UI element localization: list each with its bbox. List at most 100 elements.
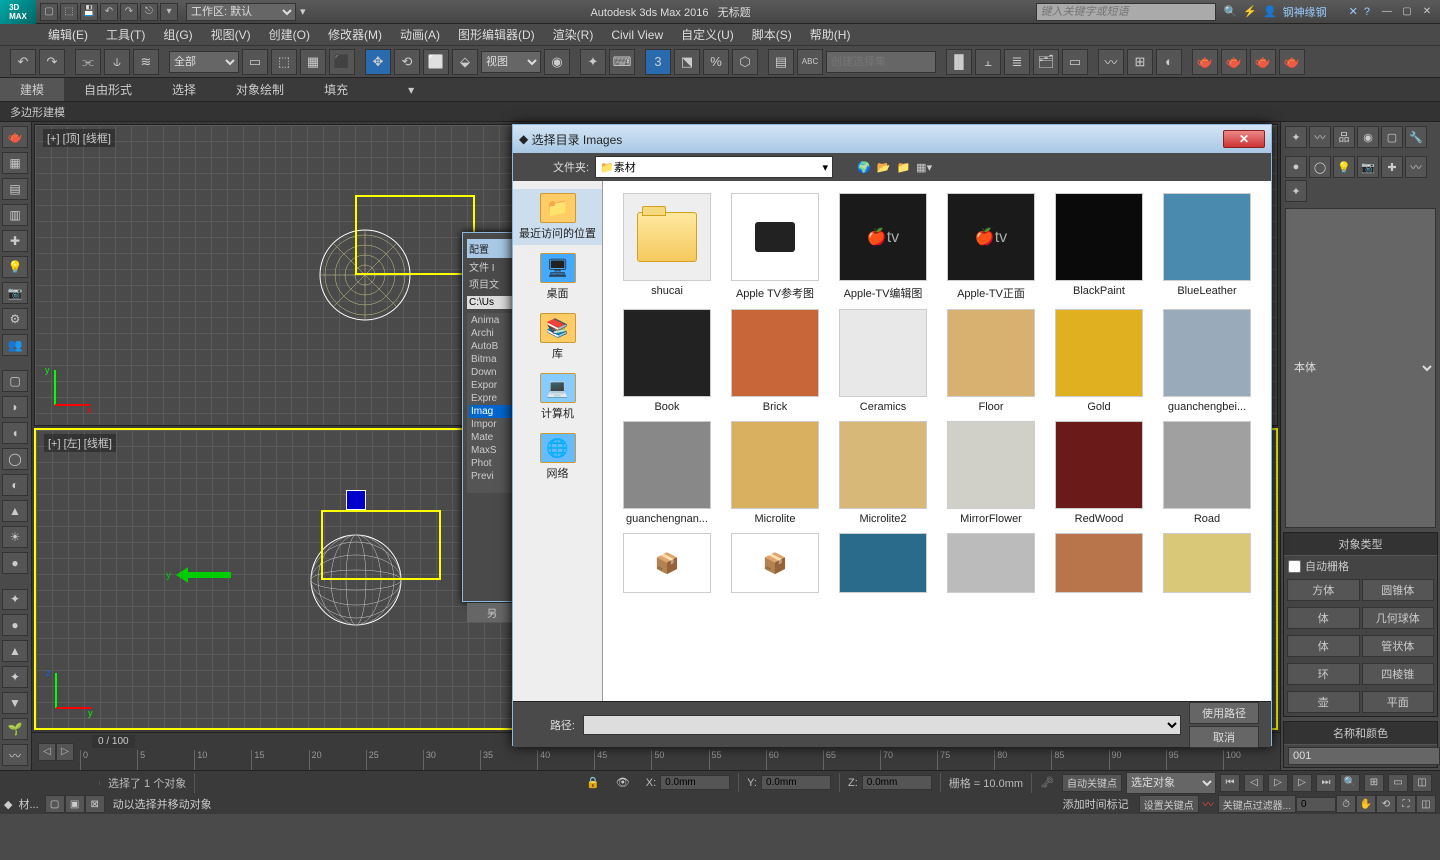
file-grid[interactable]: shucaiApple TV参考图🍎tvApple-TV编辑图🍎tvApple-… [603, 181, 1271, 701]
menu-工具(T)[interactable]: 工具(T) [98, 24, 153, 45]
refcoord-dropdown[interactable]: 视图 [481, 51, 541, 73]
file-item[interactable]: Gold [1047, 309, 1151, 413]
ribbon-tab[interactable]: 对象绘制 [216, 78, 304, 101]
cp-camera-icon[interactable]: 📷 [1357, 156, 1379, 178]
place-computer[interactable]: 💻计算机 [513, 369, 602, 425]
object-type-button[interactable]: 四棱锥 [1362, 663, 1435, 685]
file-item[interactable]: Book [615, 309, 719, 413]
cp-shape-icon[interactable]: ◯ [1309, 156, 1331, 178]
nav-zoomall-icon[interactable]: ⊞ [1364, 774, 1384, 792]
file-item[interactable]: Road [1155, 421, 1259, 525]
search-box[interactable] [1036, 3, 1216, 21]
named-sel-icon[interactable]: ▤ [768, 49, 794, 75]
left-tool-icon[interactable]: 📷 [2, 282, 28, 304]
abc-icon[interactable]: ABC [797, 49, 823, 75]
qat-more-icon[interactable]: ▾ [160, 3, 178, 21]
render-icon[interactable]: 🫖 [1250, 49, 1276, 75]
curve-editor-icon[interactable]: 〰 [1098, 49, 1124, 75]
align-icon[interactable]: ⫠ [975, 49, 1001, 75]
goto-start-icon[interactable]: ⏮ [1220, 774, 1240, 792]
schematic-icon[interactable]: ⊞ [1127, 49, 1153, 75]
object-type-button[interactable]: 管状体 [1362, 635, 1435, 657]
key-icon[interactable]: 🗝 [1032, 776, 1062, 789]
selection-filter[interactable]: 全部 [169, 51, 239, 73]
ribbon-tab[interactable]: 选择 [152, 78, 216, 101]
object-type-button[interactable]: 壶 [1287, 691, 1360, 713]
object-type-button[interactable]: 圆锥体 [1362, 579, 1435, 601]
cp-space-icon[interactable]: 〰 [1405, 156, 1427, 178]
up-icon[interactable]: 📂 [877, 161, 891, 174]
list-item[interactable]: Archi [469, 327, 515, 340]
list-item[interactable]: Expre [469, 392, 515, 405]
nav-region-icon[interactable]: ▭ [1388, 774, 1408, 792]
bind-icon[interactable]: ≋ [133, 49, 159, 75]
next-frame-icon[interactable]: ▷ [1292, 774, 1312, 792]
left-tool-icon[interactable]: ◯ [2, 448, 28, 470]
object-type-button[interactable]: 方体 [1287, 579, 1360, 601]
dialog-titlebar[interactable]: ◆ 选择目录 Images ✕ [513, 125, 1271, 153]
list-item[interactable]: Imag [469, 405, 515, 418]
left-tool-icon[interactable]: 🌱 [2, 718, 28, 740]
ribbon-toggle-icon[interactable]: ▭ [1062, 49, 1088, 75]
menu-创建(O)[interactable]: 创建(O) [261, 24, 318, 45]
left-tool-icon[interactable]: ▼ [2, 692, 28, 714]
cp-modify-icon[interactable]: 〰 [1309, 126, 1331, 148]
keyfilter-button[interactable]: 关键点过滤器... [1218, 795, 1296, 813]
timeline-right-icon[interactable]: ▷ [56, 743, 74, 761]
file-item[interactable]: BlueLeather [1155, 193, 1259, 301]
cp-display-icon[interactable]: ▢ [1381, 126, 1403, 148]
file-item[interactable]: RedWood [1047, 421, 1151, 525]
menu-修改器(M)[interactable]: 修改器(M) [320, 24, 390, 45]
ribbon-tab[interactable]: 填充 [304, 78, 368, 101]
cp-category-dropdown[interactable]: 本体 [1285, 208, 1436, 528]
left-tool-icon[interactable]: ▤ [2, 178, 28, 200]
qat-new-icon[interactable]: ▢ [40, 3, 58, 21]
help-icon[interactable]: ? [1364, 6, 1370, 18]
path-input[interactable] [583, 715, 1181, 735]
cancel-button[interactable]: 取消 [1189, 726, 1259, 748]
file-item[interactable]: 🍎tvApple-TV编辑图 [831, 193, 935, 301]
file-item[interactable] [1155, 533, 1259, 593]
use-path-button[interactable]: 使用路径 [1189, 702, 1259, 724]
workspace-dropdown[interactable]: 工作区: 默认 [186, 3, 296, 21]
qat-open-icon[interactable]: ⬚ [60, 3, 78, 21]
menu-脚本(S)[interactable]: 脚本(S) [744, 24, 800, 45]
left-tool-icon[interactable]: ◗ [2, 396, 28, 418]
cp-section-header[interactable]: 名称和颜色 [1284, 722, 1437, 745]
file-item[interactable] [1047, 533, 1151, 593]
timeline-left-icon[interactable]: ◁ [38, 743, 56, 761]
angle-snap-icon[interactable]: ⬔ [674, 49, 700, 75]
layers-icon[interactable]: ≣ [1004, 49, 1030, 75]
list-item[interactable]: Impor [469, 418, 515, 431]
cp-geo-icon[interactable]: ● [1285, 156, 1307, 178]
left-tool-icon[interactable]: ✦ [2, 666, 28, 688]
workspace-selector[interactable]: 工作区: 默认 ▾ [186, 3, 306, 21]
autogrid-checkbox[interactable] [1288, 560, 1301, 573]
left-tool-icon[interactable]: ▥ [2, 204, 28, 226]
left-tool-icon[interactable]: ✦ [2, 589, 28, 611]
time-config-icon[interactable]: ⏱ [1336, 795, 1356, 813]
mirror-icon[interactable]: ▐▌ [946, 49, 972, 75]
search-input[interactable] [1037, 4, 1215, 20]
viewport-label[interactable]: [+] [左] [线框] [44, 434, 116, 452]
dock3-icon[interactable]: ⊠ [85, 795, 105, 813]
folder-path-combo[interactable]: 📁 素材▾ [595, 156, 833, 178]
list-item[interactable]: Bitma [469, 353, 515, 366]
nav-pan-icon[interactable]: ✋ [1356, 795, 1376, 813]
ribbon-tab[interactable]: 建模 [0, 78, 64, 101]
manipulate-icon[interactable]: ✦ [580, 49, 606, 75]
ribbon-expand-icon[interactable]: ▾ [388, 80, 434, 100]
subscription-icon[interactable]: ⚡ [1243, 5, 1257, 18]
frame-input[interactable] [1296, 797, 1336, 812]
file-item[interactable]: 📦 [615, 533, 719, 593]
goto-end-icon[interactable]: ⏭ [1316, 774, 1336, 792]
list-item[interactable]: MaxS [469, 444, 515, 457]
lock-icon[interactable]: 🔒 [578, 776, 608, 789]
coord-y-input[interactable] [761, 775, 831, 790]
selection-set-input[interactable] [826, 51, 936, 73]
qat-link-icon[interactable]: ⎋ [140, 3, 158, 21]
infocenter-icon[interactable]: 🔍 [1224, 5, 1238, 18]
left-tool-icon[interactable]: ▦ [2, 152, 28, 174]
file-item[interactable]: BlackPaint [1047, 193, 1151, 301]
file-item[interactable]: guanchengbei... [1155, 309, 1259, 413]
